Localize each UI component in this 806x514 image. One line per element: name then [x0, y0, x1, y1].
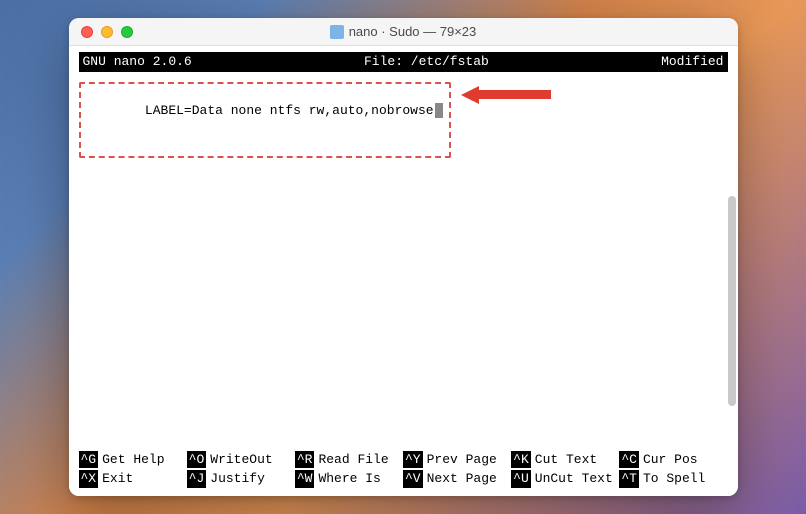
window-title: nano · Sudo — 79×23 [69, 24, 738, 39]
shortcut-prev-page: ^YPrev Page [403, 451, 511, 469]
shortcut-exit: ^XExit [79, 470, 187, 488]
terminal-content[interactable]: GNU nano 2.0.6 File: /etc/fstab Modified… [69, 46, 738, 496]
nano-version: GNU nano 2.0.6 [83, 53, 192, 71]
shortcut-read-file: ^RRead File [295, 451, 403, 469]
scrollbar[interactable] [728, 196, 736, 406]
zoom-icon[interactable] [121, 26, 133, 38]
annotation-arrow [461, 86, 551, 104]
shortcut-cur-pos: ^CCur Pos [619, 451, 727, 469]
window-title-text: nano · Sudo — 79×23 [349, 24, 477, 39]
nano-file-label: File: /etc/fstab [192, 53, 661, 71]
close-icon[interactable] [81, 26, 93, 38]
terminal-window: nano · Sudo — 79×23 GNU nano 2.0.6 File:… [69, 18, 738, 496]
shortcut-row-2: ^XExit ^JJustify ^WWhere Is ^VNext Page … [79, 468, 728, 488]
shortcut-to-spell: ^TTo Spell [619, 470, 727, 488]
file-content-line[interactable]: LABEL=Data none ntfs rw,auto,nobrowse [145, 103, 434, 118]
titlebar[interactable]: nano · Sudo — 79×23 [69, 18, 738, 46]
shortcut-writeout: ^OWriteOut [187, 451, 295, 469]
traffic-lights [81, 26, 133, 38]
document-icon [330, 25, 344, 39]
arrow-shaft [479, 90, 551, 99]
shortcut-get-help: ^GGet Help [79, 451, 187, 469]
text-cursor [435, 103, 443, 118]
shortcut-uncut-text: ^UUnCut Text [511, 470, 619, 488]
minimize-icon[interactable] [101, 26, 113, 38]
shortcut-next-page: ^VNext Page [403, 470, 511, 488]
nano-header: GNU nano 2.0.6 File: /etc/fstab Modified [79, 52, 728, 72]
annotation-highlight: LABEL=Data none ntfs rw,auto,nobrowse [79, 82, 451, 158]
shortcut-where-is: ^WWhere Is [295, 470, 403, 488]
editor-body[interactable]: LABEL=Data none ntfs rw,auto,nobrowse [79, 72, 728, 449]
shortcut-cut-text: ^KCut Text [511, 451, 619, 469]
nano-status: Modified [661, 53, 723, 71]
shortcut-justify: ^JJustify [187, 470, 295, 488]
arrow-left-icon [461, 86, 479, 104]
shortcut-row-1: ^GGet Help ^OWriteOut ^RRead File ^YPrev… [79, 449, 728, 469]
